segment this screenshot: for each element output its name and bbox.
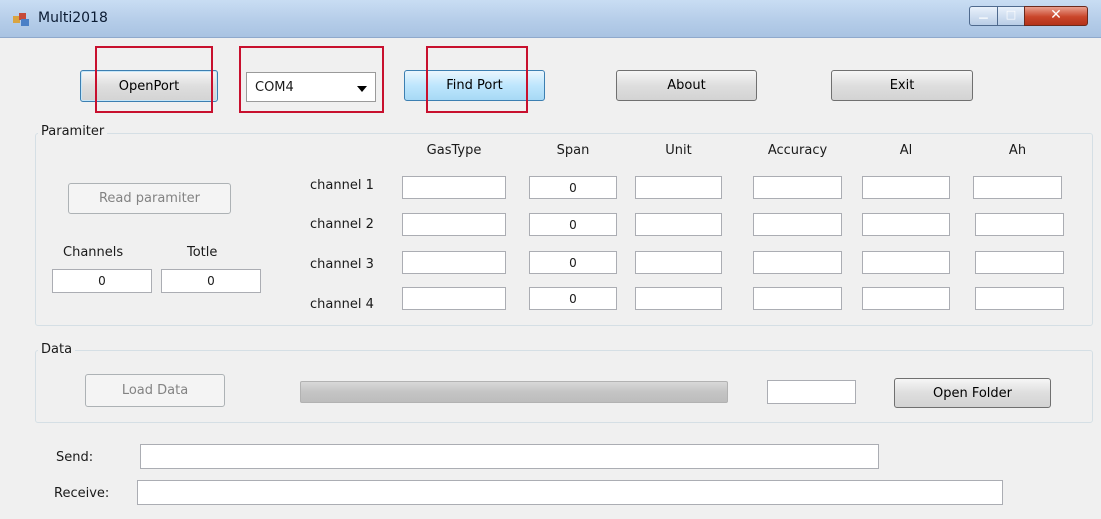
channel-1-ah-field[interactable] [973,176,1062,199]
column-header-gastype: GasType [426,143,482,158]
maximize-button[interactable]: □ [997,6,1025,26]
channel-1-span-field[interactable]: 0 [529,176,617,199]
channel-1-al-field[interactable] [862,176,950,199]
title-bar: Multi2018 ─ □ ✕ [0,0,1101,38]
channels-label: Channels [63,245,124,260]
send-field[interactable] [140,444,879,469]
channel-2-accuracy-field[interactable] [753,213,842,236]
open-port-button[interactable]: OpenPort [80,70,218,102]
open-folder-button[interactable]: Open Folder [894,378,1051,408]
port-select[interactable]: COM4 [246,72,376,102]
minimize-icon: ─ [979,11,988,27]
channel-4-gastype-field[interactable] [402,287,506,310]
channel-2-al-field[interactable] [862,213,950,236]
channel-2-unit-field[interactable] [635,213,722,236]
column-header-span: Span [556,143,590,158]
parameter-group-label: Paramiter [38,124,108,139]
exit-button[interactable]: Exit [831,70,973,101]
window-title: Multi2018 [38,10,108,26]
read-parameter-button[interactable]: Read paramiter [68,183,231,214]
receive-label: Receive: [54,486,110,501]
port-select-value: COM4 [255,79,294,95]
receive-field[interactable] [137,480,1003,505]
data-progress-bar [300,381,728,403]
channel-1-accuracy-field[interactable] [753,176,842,199]
channel-1-gastype-field[interactable] [402,176,506,199]
totle-label: Totle [187,245,218,260]
channel-4-al-field[interactable] [862,287,950,310]
data-group-label: Data [38,342,76,357]
channel-4-accuracy-field[interactable] [753,287,842,310]
channel-2-gastype-field[interactable] [402,213,506,236]
channel-3-span-field[interactable]: 0 [529,251,617,274]
channel-3-ah-field[interactable] [975,251,1064,274]
channel-1-label: channel 1 [310,178,374,193]
channel-3-al-field[interactable] [862,251,950,274]
minimize-button[interactable]: ─ [969,6,998,27]
channel-3-accuracy-field[interactable] [753,251,842,274]
channel-4-ah-field[interactable] [975,287,1064,310]
channels-field[interactable]: 0 [52,269,152,293]
chevron-down-icon [357,86,367,92]
channel-2-span-field[interactable]: 0 [529,213,617,236]
app-icon [13,13,29,26]
channel-2-label: channel 2 [310,217,374,232]
find-port-button[interactable]: Find Port [404,70,545,101]
column-header-accuracy: Accuracy [767,143,828,158]
channel-2-ah-field[interactable] [975,213,1064,236]
channel-3-label: channel 3 [310,257,374,272]
column-header-al: Al [899,143,913,158]
totle-field[interactable]: 0 [161,269,261,293]
about-button[interactable]: About [616,70,757,101]
close-button[interactable]: ✕ [1024,6,1088,26]
channel-3-gastype-field[interactable] [402,251,506,274]
send-label: Send: [56,450,94,465]
channel-3-unit-field[interactable] [635,251,722,274]
close-icon: ✕ [1050,7,1062,23]
channel-4-label: channel 4 [310,297,374,312]
maximize-icon: □ [1005,8,1017,21]
data-status-field[interactable] [767,380,856,404]
channel-4-span-field[interactable]: 0 [529,287,617,310]
column-header-ah: Ah [1008,143,1027,158]
channel-1-unit-field[interactable] [635,176,722,199]
column-header-unit: Unit [665,143,692,158]
channel-4-unit-field[interactable] [635,287,722,310]
load-data-button[interactable]: Load Data [85,374,225,407]
